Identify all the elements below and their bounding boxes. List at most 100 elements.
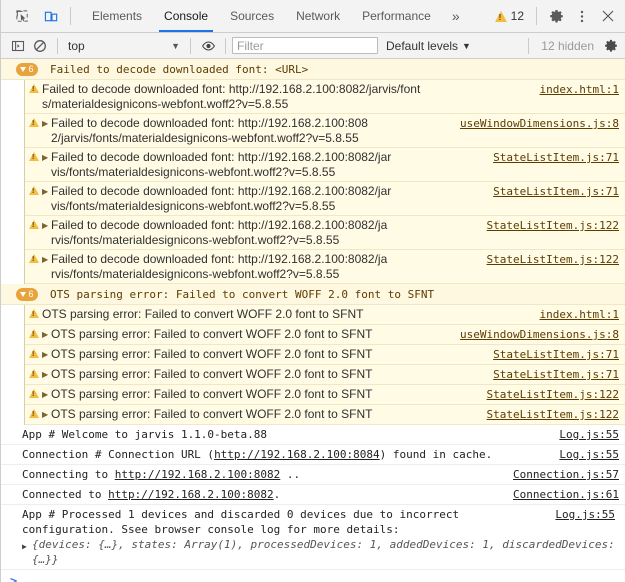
device-toolbar-icon[interactable] xyxy=(38,3,64,29)
log-levels-selector[interactable]: Default levels ▼ xyxy=(378,39,479,53)
kebab-menu-icon[interactable] xyxy=(569,3,595,29)
live-expression-eye-icon[interactable] xyxy=(197,35,219,57)
console-warning-row[interactable]: Failed to decode downloaded font: http:/… xyxy=(25,80,625,114)
tab-performance[interactable]: Performance xyxy=(351,0,442,32)
font-url-link[interactable]: http://192.168.2.100:8082/ja xyxy=(238,218,387,232)
source-link[interactable]: useWindowDimensions.js:8 xyxy=(460,116,625,131)
disclosure-triangle-icon[interactable]: ▶ xyxy=(42,327,51,342)
console-warning-row[interactable]: ▶ OTS parsing error: Failed to convert W… xyxy=(25,405,625,425)
log-message-line1: App # Processed 1 devices and discarded … xyxy=(22,508,460,521)
disclosure-triangle-icon[interactable]: ▶ xyxy=(42,252,51,267)
warning-row-content: OTS parsing error: Failed to convert WOF… xyxy=(42,307,625,322)
filter-input[interactable]: Filter xyxy=(232,37,378,54)
execution-context-selector[interactable]: top ▼ xyxy=(64,39,184,53)
console-warning-row[interactable]: ▶ Failed to decode downloaded font: http… xyxy=(25,148,625,182)
font-url-link-wrap[interactable]: rvis/fonts/materialdesignicons-webfont.w… xyxy=(51,233,339,247)
console-warning-row[interactable]: ▶ OTS parsing error: Failed to convert W… xyxy=(25,345,625,365)
warning-text: Failed to decode downloaded font: http:/… xyxy=(51,116,460,130)
source-link[interactable]: index.html:1 xyxy=(540,307,625,322)
source-link[interactable]: StateListItem.js:71 xyxy=(493,347,625,362)
console-log-row-with-object[interactable]: App # Processed 1 devices and discarded … xyxy=(1,505,625,570)
close-icon[interactable] xyxy=(595,3,621,29)
disclosure-triangle-icon[interactable]: ▶ xyxy=(42,218,51,233)
clear-console-icon[interactable] xyxy=(29,35,51,57)
connection-url-link[interactable]: http://192.168.2.100:8082 xyxy=(115,468,281,481)
console-warning-row[interactable]: OTS parsing error: Failed to convert WOF… xyxy=(25,305,625,325)
chevron-down-icon: ▼ xyxy=(462,40,471,51)
console-message-list[interactable]: 6 Failed to decode downloaded font: <URL… xyxy=(1,59,625,582)
font-url-link[interactable]: http://192.168.2.100:808 xyxy=(238,116,368,130)
font-url-link-wrap[interactable]: 2/jarvis/fonts/materialdesignicons-webfo… xyxy=(51,131,359,145)
source-link[interactable]: StateListItem.js:71 xyxy=(493,367,625,382)
source-link[interactable]: StateListItem.js:122 xyxy=(487,252,625,267)
gear-icon[interactable] xyxy=(543,3,569,29)
font-url-link-wrap[interactable]: s/materialdesignicons-webfont.woff2?v=5.… xyxy=(42,97,288,111)
warning-count-label: 12 xyxy=(510,9,524,23)
disclosure-triangle-icon[interactable]: ▶ xyxy=(42,347,51,362)
tab-network[interactable]: Network xyxy=(285,0,351,32)
filter-input-placeholder: Filter xyxy=(237,38,264,53)
console-warning-row[interactable]: ▶ OTS parsing error: Failed to convert W… xyxy=(25,385,625,405)
log-levels-label: Default levels xyxy=(386,38,459,53)
console-log-row[interactable]: Connecting to http://192.168.2.100:8082 … xyxy=(1,465,625,485)
disclosure-triangle-icon[interactable]: ▶ xyxy=(42,387,51,402)
console-log-row[interactable]: Connected to http://192.168.2.100:8082. … xyxy=(1,485,625,505)
font-url-link-wrap[interactable]: rvis/fonts/materialdesignicons-webfont.w… xyxy=(51,267,339,281)
console-prompt-row[interactable]: > xyxy=(1,570,625,582)
console-warning-row[interactable]: ▶ OTS parsing error: Failed to convert W… xyxy=(25,325,625,345)
font-url-link-wrap[interactable]: vis/fonts/materialdesignicons-webfont.wo… xyxy=(51,199,335,213)
font-url-link[interactable]: http://192.168.2.100:8082/jarvis/font xyxy=(229,82,420,96)
filter-bar-divider-1 xyxy=(57,37,58,54)
more-tabs-icon[interactable]: » xyxy=(442,0,470,32)
disclosure-triangle-icon[interactable]: ▶ xyxy=(42,367,51,382)
group-collapse-badge[interactable]: 6 xyxy=(16,62,38,76)
disclosure-triangle-icon[interactable]: ▶ xyxy=(42,407,51,422)
warning-text: OTS parsing error: Failed to convert WOF… xyxy=(51,367,373,381)
inspect-cursor-icon[interactable] xyxy=(9,3,35,29)
object-preview[interactable]: {devices: {…}, states: Array(1), process… xyxy=(32,538,621,566)
object-disclosure-triangle-icon[interactable]: ▶ xyxy=(22,539,27,554)
source-link[interactable]: StateListItem.js:122 xyxy=(487,387,625,402)
console-warning-row[interactable]: ▶ Failed to decode downloaded font: http… xyxy=(25,216,625,250)
font-url-link[interactable]: http://192.168.2.100:8082/jar xyxy=(238,150,391,164)
source-link[interactable]: StateListItem.js:71 xyxy=(493,150,625,165)
devtools-tab-bar: Elements Console Sources Network Perform… xyxy=(1,0,625,33)
console-group-header[interactable]: 6 Failed to decode downloaded font: <URL… xyxy=(1,59,625,80)
tab-sources[interactable]: Sources xyxy=(219,0,285,32)
console-group-header[interactable]: 6 OTS parsing error: Failed to convert W… xyxy=(1,284,625,305)
source-link[interactable]: Log.js:55 xyxy=(559,427,625,442)
console-warning-row[interactable]: ▶ Failed to decode downloaded font: http… xyxy=(25,182,625,216)
log-message-suffix: . xyxy=(273,488,281,501)
source-link[interactable]: Log.js:55 xyxy=(555,507,621,522)
warning-text: Failed to decode downloaded font: http:/… xyxy=(51,218,487,232)
font-url-link-wrap[interactable]: vis/fonts/materialdesignicons-webfont.wo… xyxy=(51,165,335,179)
connection-url-link[interactable]: http://192.168.2.100:8084 xyxy=(214,448,380,461)
tab-console[interactable]: Console xyxy=(153,0,219,32)
console-settings-gear-icon[interactable] xyxy=(600,35,622,57)
font-url-link[interactable]: http://192.168.2.100:8082/ja xyxy=(238,252,387,266)
show-console-sidebar-icon[interactable] xyxy=(7,35,29,57)
console-warning-row[interactable]: ▶ Failed to decode downloaded font: http… xyxy=(25,114,625,148)
warning-row-content: Failed to decode downloaded font: http:/… xyxy=(51,150,625,179)
disclosure-triangle-icon[interactable]: ▶ xyxy=(42,184,51,199)
font-url-link[interactable]: http://192.168.2.100:8082/jar xyxy=(238,184,391,198)
source-link[interactable]: Log.js:55 xyxy=(559,447,625,462)
group-collapse-badge[interactable]: 6 xyxy=(16,287,38,301)
source-link[interactable]: useWindowDimensions.js:8 xyxy=(460,327,625,342)
source-link[interactable]: StateListItem.js:71 xyxy=(493,184,625,199)
console-log-row[interactable]: App # Welcome to jarvis 1.1.0-beta.88 Lo… xyxy=(1,425,625,445)
console-warning-row[interactable]: ▶ Failed to decode downloaded font: http… xyxy=(25,250,625,284)
source-link[interactable]: StateListItem.js:122 xyxy=(487,407,625,422)
source-link[interactable]: Connection.js:57 xyxy=(513,467,625,482)
console-warning-row[interactable]: ▶ OTS parsing error: Failed to convert W… xyxy=(25,365,625,385)
console-log-row[interactable]: Connection # Connection URL (http://192.… xyxy=(1,445,625,465)
source-link[interactable]: index.html:1 xyxy=(540,82,625,97)
disclosure-triangle-icon[interactable]: ▶ xyxy=(42,116,51,131)
connection-url-link[interactable]: http://192.168.2.100:8082 xyxy=(108,488,274,501)
source-link[interactable]: StateListItem.js:122 xyxy=(487,218,625,233)
source-link[interactable]: Connection.js:61 xyxy=(513,487,625,502)
warning-count-badge[interactable]: 12 xyxy=(489,9,530,23)
warning-message: Failed to decode downloaded font: xyxy=(51,218,238,232)
tab-elements[interactable]: Elements xyxy=(81,0,153,32)
disclosure-triangle-icon[interactable]: ▶ xyxy=(42,150,51,165)
